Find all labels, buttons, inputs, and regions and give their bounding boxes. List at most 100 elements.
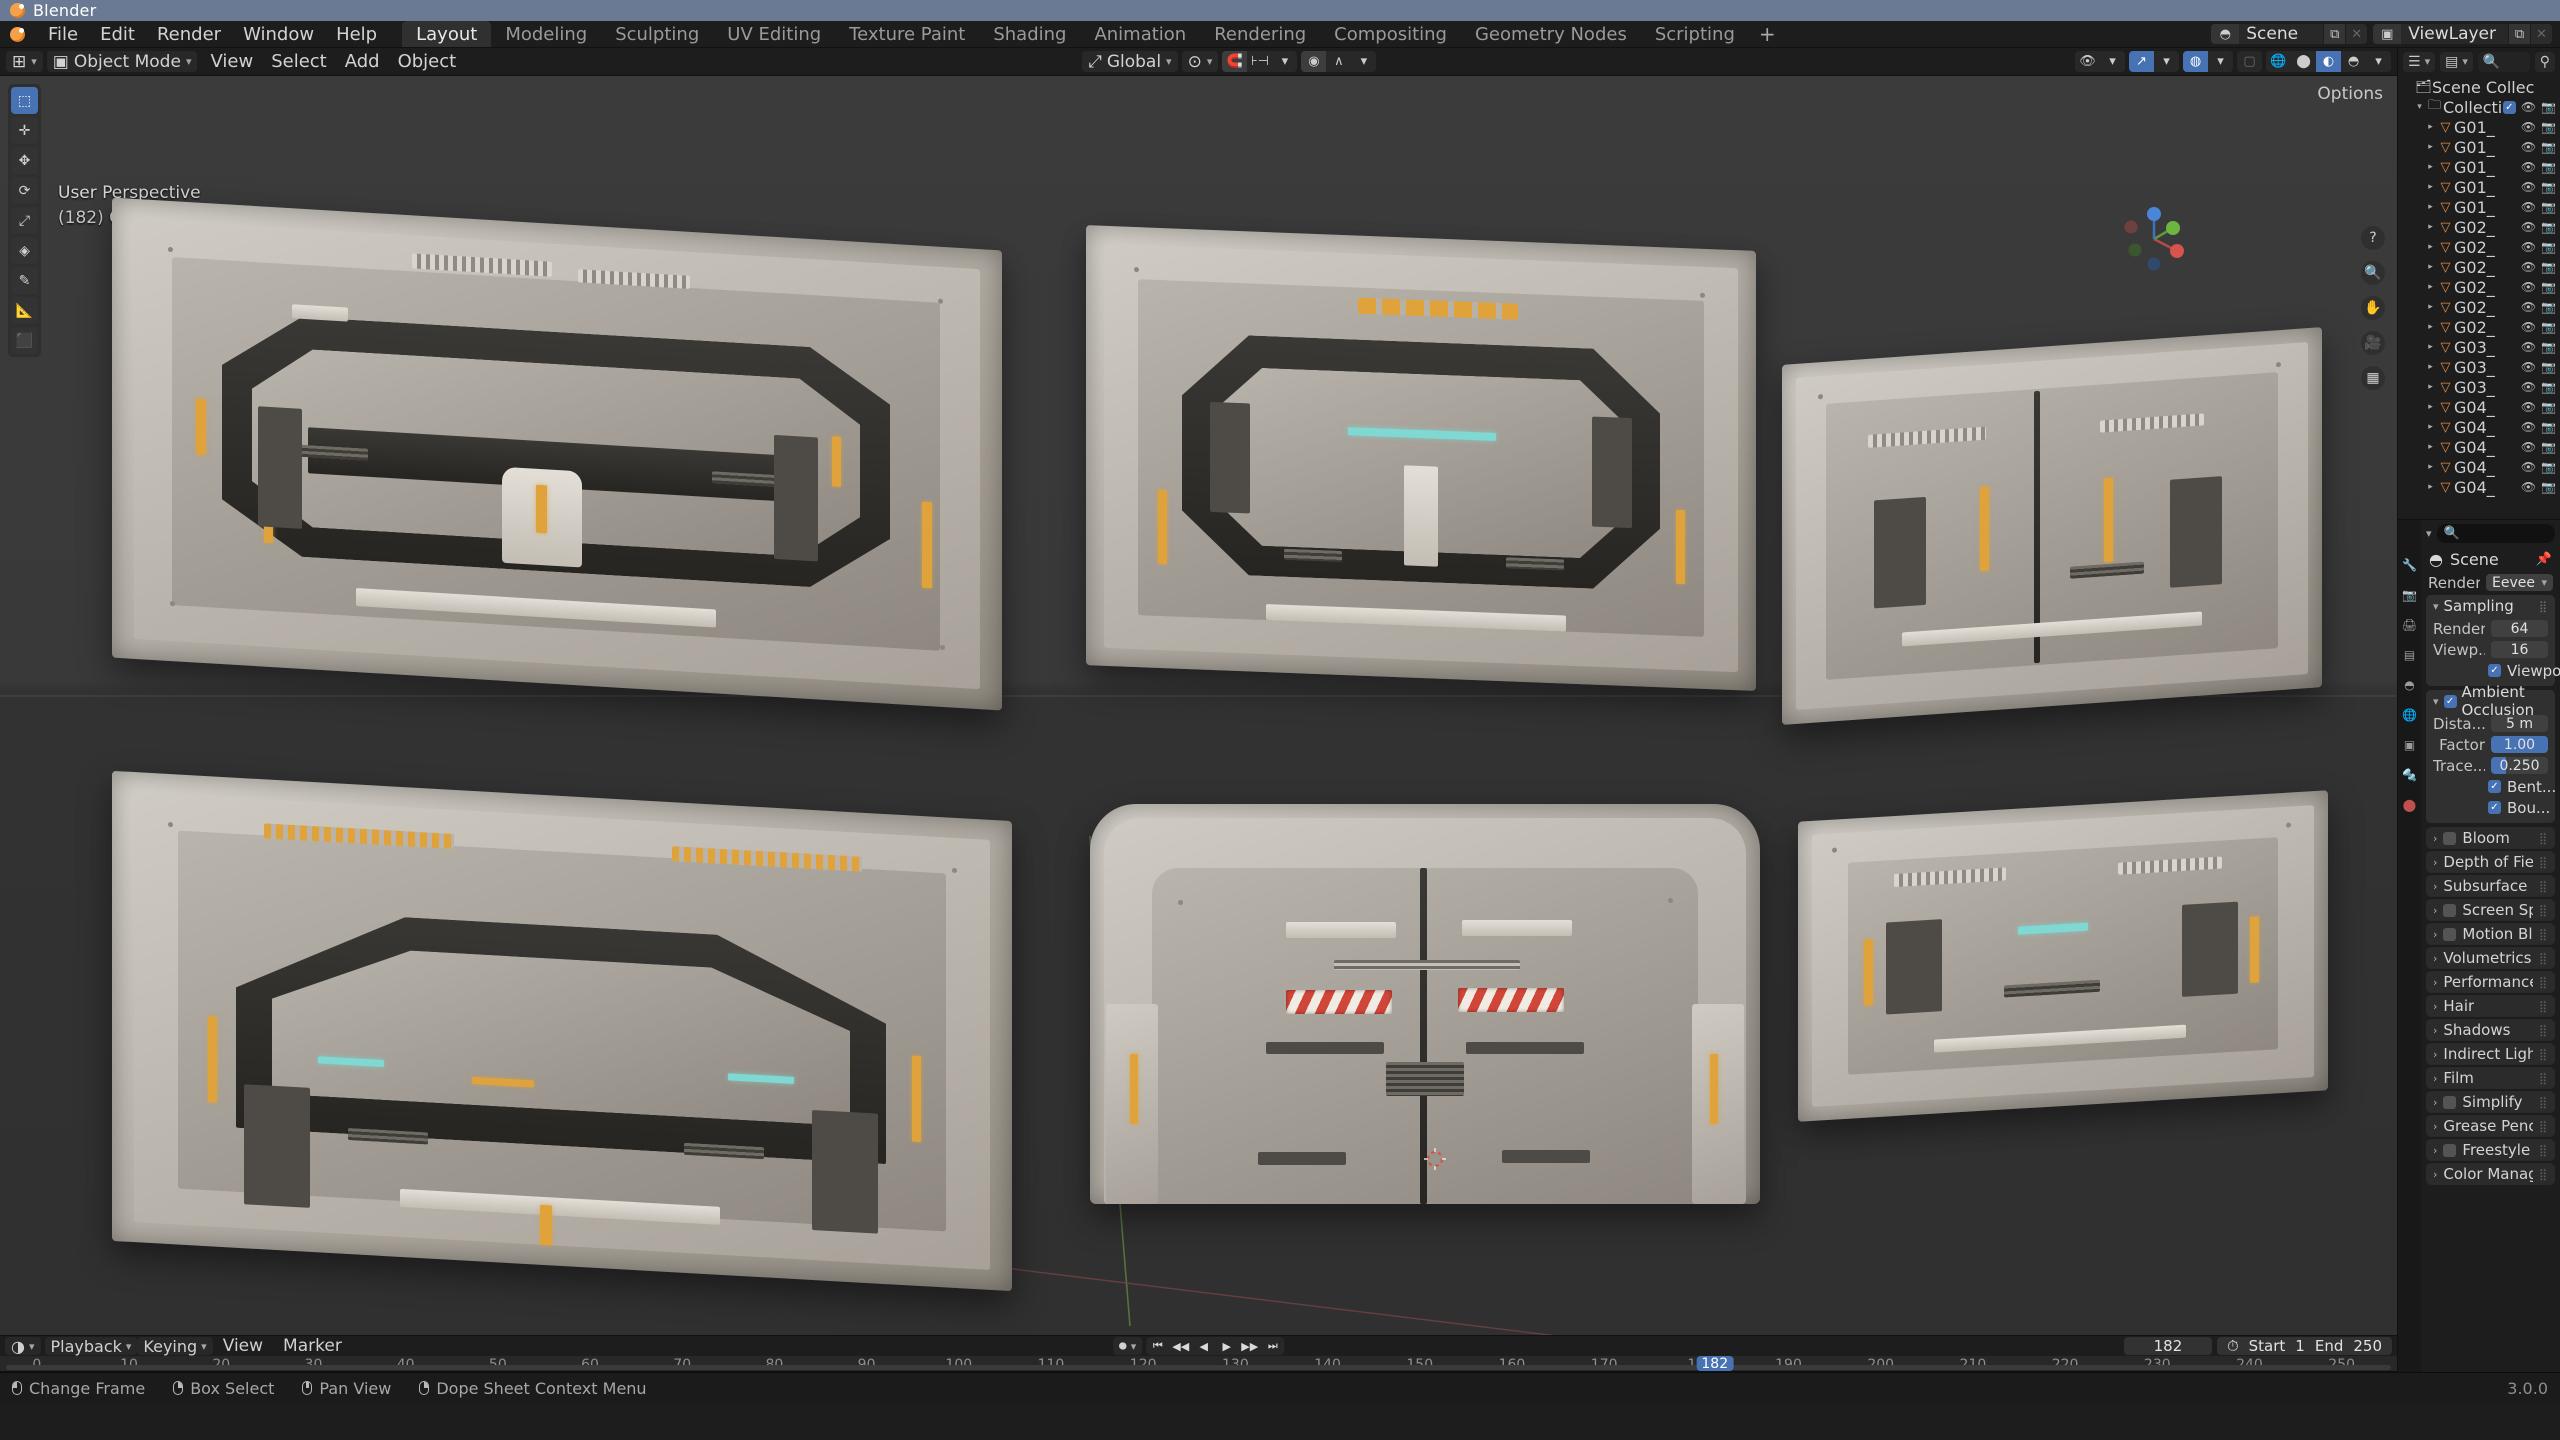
disclosure-triangle-icon[interactable]: ▸ <box>2424 182 2437 192</box>
panel-subsurface-scattering[interactable]: › Subsurface Scattering ⣿ <box>2426 875 2555 897</box>
ao-factor-field[interactable]: 1.00 <box>2491 736 2548 753</box>
panel-motion-blur[interactable]: › Motion Blur ⣿ <box>2426 923 2555 945</box>
new-scene-button[interactable]: ⧉ <box>2323 24 2346 44</box>
move-tool[interactable]: ✥ <box>11 147 38 174</box>
snap-increment-icon[interactable]: ⊦⊣ <box>1247 51 1272 72</box>
properties-tab-output[interactable]: 🖨 <box>2401 616 2418 633</box>
falloff-icon[interactable]: ∧ <box>1326 51 1351 72</box>
transform-orientation-selector[interactable]: ⤢ Global ▾ <box>1082 51 1178 72</box>
panel-enable-checkbox[interactable] <box>2443 1095 2457 1109</box>
disclosure-triangle-icon[interactable]: ▾ <box>2413 102 2426 112</box>
transport-controls[interactable]: ⏮ ◀◀ ◀ ▶ ▶▶ ⏭ <box>1146 1337 1285 1355</box>
workspace-tab-modeling[interactable]: Modeling <box>491 21 601 47</box>
timeline-scrollbar[interactable] <box>6 1365 2391 1370</box>
ambient-occlusion-checkbox[interactable]: ✓ <box>2443 694 2457 708</box>
menu-window[interactable]: Window <box>232 21 325 47</box>
panel-hair[interactable]: › Hair ⣿ <box>2426 995 2555 1017</box>
end-frame-value[interactable]: 250 <box>2353 1337 2382 1355</box>
grid-icon[interactable]: ▦ <box>2361 366 2385 390</box>
panel-indirect-lighting[interactable]: › Indirect Lighting ⣿ <box>2426 1043 2555 1065</box>
bent-normals-checkbox[interactable]: ✓ <box>2488 780 2501 793</box>
add-workspace-button[interactable]: + <box>1749 21 1786 47</box>
disclosure-triangle-icon[interactable]: ▸ <box>2424 222 2437 232</box>
outliner-row[interactable]: ▸ ▽ G01_ 👁 📷 <box>2398 117 2560 137</box>
visibility-controls[interactable]: 👁 ▾ <box>2075 51 2125 72</box>
viewlayer-selector[interactable]: ▣ ViewLayer ⧉ ✕ <box>2373 24 2552 44</box>
camera-icon[interactable]: 📷 <box>2541 480 2556 494</box>
eye-icon[interactable]: 👁 <box>2521 300 2536 314</box>
camera-icon[interactable]: 📷 <box>2541 400 2556 414</box>
outliner-editor-type-button[interactable]: ☰ ▾ <box>2403 51 2436 72</box>
overlay-controls[interactable]: ◍ ▾ <box>2183 51 2233 72</box>
outliner-row[interactable]: ▾🗀Collection✓ 👁 📷 <box>2398 97 2560 117</box>
camera-icon[interactable]: 📷 <box>2541 200 2556 214</box>
navigation-gizmo[interactable] <box>2121 206 2187 272</box>
jump-start-icon[interactable]: ⏮ <box>1146 1337 1169 1355</box>
overlays-icon[interactable]: ◍ <box>2183 51 2208 72</box>
disclosure-triangle-icon[interactable]: ▸ <box>2424 482 2437 492</box>
sampling-panel-header[interactable]: ▾ Sampling ⣿ <box>2426 595 2555 617</box>
scene-name[interactable]: Scene <box>2239 24 2324 44</box>
eye-icon[interactable]: 👁 <box>2521 260 2536 274</box>
workspace-tab-rendering[interactable]: Rendering <box>1200 21 1320 47</box>
panel-bloom[interactable]: › Bloom ⣿ <box>2426 827 2555 849</box>
panel-enable-checkbox[interactable] <box>2443 1143 2457 1157</box>
viewport-toolbar[interactable]: ⬚ ✛ ✥ ⟳ ⤢ ◈ ✎ 📐 ⬛ <box>8 84 41 357</box>
camera-icon[interactable]: 📷 <box>2541 280 2556 294</box>
next-keyframe-icon[interactable]: ▶▶ <box>1238 1337 1261 1355</box>
outliner-row[interactable]: ▸ ▽ G03_ 👁 📷 <box>2398 357 2560 377</box>
timeline-menu-keying[interactable]: Keying ▾ <box>137 1337 213 1356</box>
outliner-row[interactable]: ▸ ▽ G04_ 👁 📷 <box>2398 457 2560 477</box>
xray-icon[interactable]: ▢ <box>2237 51 2262 72</box>
panel-freestyle[interactable]: › Freestyle ⣿ <box>2426 1139 2555 1161</box>
properties-tab-tool[interactable]: 🔧 <box>2401 556 2418 573</box>
snapping-controls[interactable]: 🧲 ⊦⊣ ▾ <box>1222 51 1298 72</box>
render-engine-dropdown[interactable]: Eevee ▾ <box>2486 574 2553 591</box>
outliner-row[interactable]: ▸ ▽ G04_ 👁 📷 <box>2398 477 2560 497</box>
workspace-tab-texture-paint[interactable]: Texture Paint <box>835 21 979 47</box>
viewport-nav-buttons[interactable]: ? 🔍 ✋ 🎥 ▦ <box>2361 226 2385 390</box>
transform-tool[interactable]: ◈ <box>11 237 38 264</box>
disclosure-triangle-icon[interactable]: ▸ <box>2424 462 2437 472</box>
camera-icon[interactable]: 📷 <box>2541 360 2556 374</box>
outliner-row[interactable]: ▸ ▽ G03_ 👁 📷 <box>2398 337 2560 357</box>
auto-keying-button[interactable]: ⏺ ▾ <box>1112 1336 1143 1355</box>
outliner-row[interactable]: ▸ ▽ G04_ 👁 📷 <box>2398 397 2560 417</box>
panel-shadows[interactable]: › Shadows ⣿ <box>2426 1019 2555 1041</box>
play-icon[interactable]: ▶ <box>1215 1337 1238 1355</box>
workspace-tab-compositing[interactable]: Compositing <box>1320 21 1461 47</box>
outliner-row[interactable]: ▸ ▽ G02_ 👁 📷 <box>2398 317 2560 337</box>
current-frame-field[interactable]: 182 <box>2123 1337 2212 1355</box>
play-reverse-icon[interactable]: ◀ <box>1192 1337 1215 1355</box>
disclosure-triangle-icon[interactable]: ▸ <box>2424 122 2437 132</box>
workspace-tab-layout[interactable]: Layout <box>402 21 492 47</box>
outliner-search-input[interactable]: 🔍 <box>2477 51 2530 72</box>
disclosure-triangle-icon[interactable]: ▸ <box>2424 402 2437 412</box>
eye-icon[interactable]: 👁 <box>2521 160 2536 174</box>
camera-icon[interactable]: 📷 <box>2541 180 2556 194</box>
xray-toggle[interactable]: ▢ <box>2237 51 2262 72</box>
properties-tab-scene[interactable]: ◓ <box>2401 676 2418 693</box>
gizmo-icon[interactable]: ↗ <box>2129 51 2154 72</box>
eye-icon[interactable]: 👁 <box>2521 360 2536 374</box>
sampling-viewport-field[interactable]: 16 <box>2491 641 2548 658</box>
timeline-menu-view[interactable]: View <box>213 1336 273 1356</box>
disclosure-triangle-icon[interactable]: ▸ <box>2424 382 2437 392</box>
model-scifi-panel-2[interactable] <box>1086 225 1756 691</box>
chevron-down-icon[interactable]: ▾ <box>2208 51 2233 72</box>
playhead-frame-badge[interactable]: 182 <box>1696 1356 1734 1372</box>
viewport-options-button[interactable]: Options <box>2317 84 2383 104</box>
camera-icon[interactable]: 📷 <box>2541 380 2556 394</box>
disclosure-triangle-icon[interactable]: ▸ <box>2424 442 2437 452</box>
magnet-icon[interactable]: 🧲 <box>1222 51 1248 72</box>
timeline-track-area[interactable] <box>0 1365 2397 1372</box>
workspace-tab-geometry-nodes[interactable]: Geometry Nodes <box>1461 21 1641 47</box>
panel-film[interactable]: › Film ⣿ <box>2426 1067 2555 1089</box>
shading-material-preview-icon[interactable]: ◐ <box>2316 51 2341 72</box>
outliner-row[interactable]: ▸ ▽ G01_ 👁 📷 <box>2398 157 2560 177</box>
workspace-tab-scripting[interactable]: Scripting <box>1641 21 1749 47</box>
camera-icon[interactable]: 📷 <box>2541 340 2556 354</box>
model-scifi-panel-6[interactable] <box>1798 790 2328 1122</box>
chevron-down-icon[interactable]: ▾ <box>2154 51 2179 72</box>
prev-keyframe-icon[interactable]: ◀◀ <box>1169 1337 1192 1355</box>
